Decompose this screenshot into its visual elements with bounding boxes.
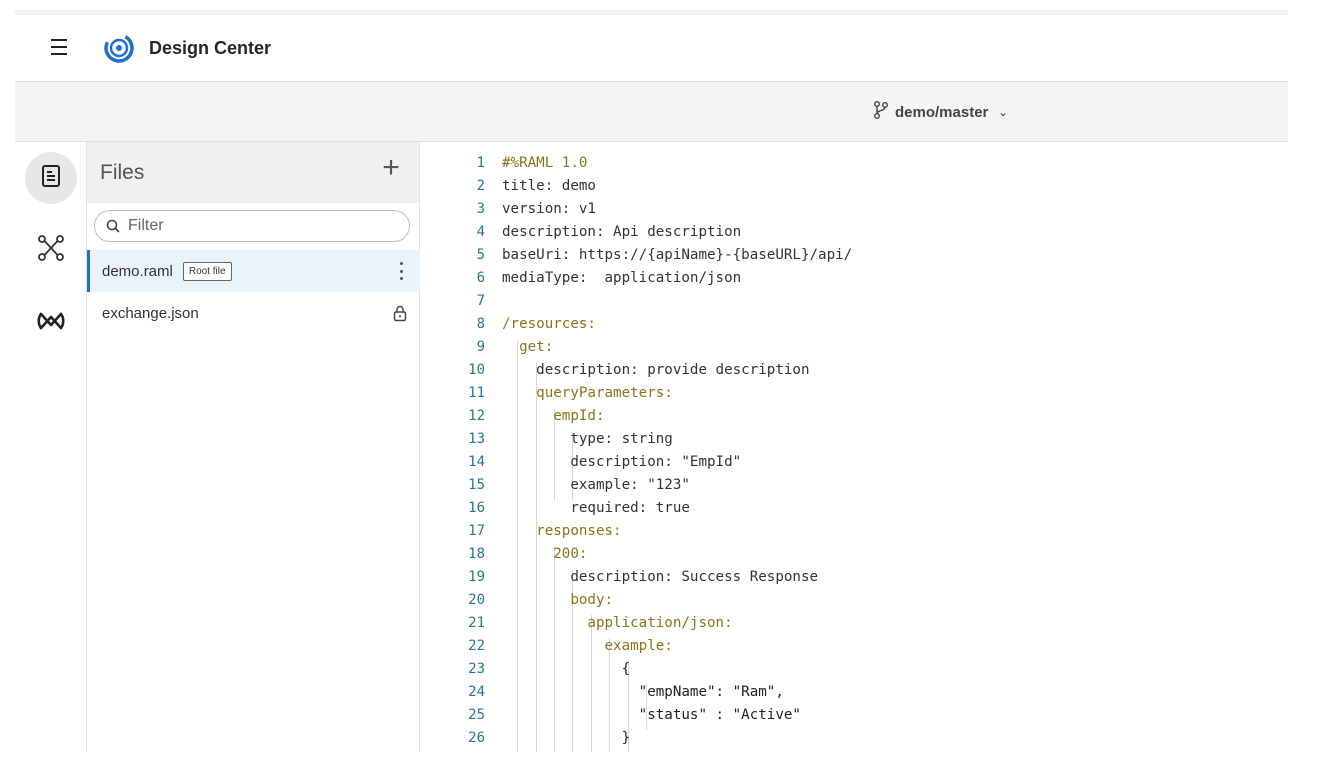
chevron-down-icon: ⌄ bbox=[998, 106, 1008, 119]
code-line: 14 description: "EmpId" bbox=[468, 454, 742, 470]
left-icon-rail bbox=[15, 142, 87, 752]
exchange-icon bbox=[37, 310, 65, 337]
code-line: 5 baseUri: https://{apiName}-{baseURL}/ap… bbox=[476, 247, 853, 263]
top-bar: Design Center bbox=[15, 15, 1288, 82]
hamburger-icon[interactable] bbox=[45, 35, 73, 59]
branch-label: demo/master bbox=[895, 103, 989, 121]
files-title: Files bbox=[100, 161, 145, 184]
more-options-icon[interactable] bbox=[396, 262, 406, 280]
design-center-logo bbox=[103, 32, 135, 64]
code-line: 20 body: bbox=[468, 592, 614, 608]
app-title: Design Center bbox=[149, 38, 272, 58]
code-line: 22 example: bbox=[468, 638, 673, 654]
exchange-nav-button[interactable] bbox=[25, 297, 77, 349]
file-item-exchange-json[interactable]: exchange.json bbox=[87, 292, 420, 334]
code-line: 9 get: bbox=[476, 339, 554, 355]
code-line: 17 responses: bbox=[468, 523, 622, 539]
lock-icon bbox=[392, 304, 408, 327]
api-graph-nav-button[interactable] bbox=[25, 224, 77, 276]
code-line: 4 description: Api description bbox=[476, 224, 742, 240]
code-line: 8/resources: bbox=[476, 316, 596, 332]
code-line: 19 description: Success Response bbox=[468, 569, 819, 585]
file-item-demo-raml[interactable]: demo.raml Root file bbox=[87, 250, 420, 292]
code-line: 23 { bbox=[468, 661, 631, 677]
code-line: 24 "empName": "Ram", bbox=[468, 684, 784, 700]
files-panel: Files + demo.raml Root file exchange.jso… bbox=[87, 142, 420, 752]
branch-bar: demo/master ⌄ bbox=[15, 82, 1288, 142]
branch-selector[interactable]: demo/master ⌄ bbox=[873, 100, 1008, 124]
search-icon bbox=[106, 219, 120, 233]
code-line: 6 mediaType: application/json bbox=[476, 270, 742, 286]
code-line: 10 description: provide description bbox=[468, 362, 810, 378]
code-line: 18 200: bbox=[468, 546, 588, 562]
root-file-badge: Root file bbox=[182, 261, 232, 281]
code-line: 13 type: string bbox=[468, 431, 673, 447]
code-line: 27 bbox=[420, 750, 1280, 752]
branch-icon bbox=[873, 100, 889, 124]
code-line: 26 } bbox=[468, 730, 631, 746]
files-header: Files + bbox=[87, 142, 419, 203]
filter-box bbox=[94, 210, 410, 242]
code-line: 16 required: true bbox=[468, 500, 690, 516]
filter-input[interactable] bbox=[126, 216, 400, 236]
files-nav-button[interactable] bbox=[25, 152, 77, 204]
design-center-window: Design Center demo/master ⌄ Files + Filt… bbox=[15, 10, 1288, 752]
code-line: 21 application/json: bbox=[468, 615, 733, 631]
code-line: 1 #%RAML 1.0 bbox=[476, 155, 588, 171]
code-line: 12 empId: bbox=[468, 408, 605, 424]
api-graph-icon bbox=[36, 233, 66, 268]
add-file-button[interactable]: + bbox=[377, 151, 405, 184]
file-document-icon bbox=[40, 164, 62, 193]
plus-icon: + bbox=[382, 151, 400, 184]
code-line: 2 title: demo bbox=[476, 178, 596, 194]
file-name: exchange.json bbox=[102, 304, 199, 322]
file-name: demo.raml bbox=[102, 262, 173, 280]
code-line: 15 example: "123" bbox=[468, 477, 690, 493]
code-editor[interactable]: 1 #%RAML 1.0 2 title: demo 3 version: v1 4d… bbox=[420, 142, 1288, 752]
code-line: 11 queryParameters: bbox=[468, 385, 673, 401]
code-line: 3 version: v1 bbox=[476, 201, 596, 217]
code-line: 7 bbox=[476, 293, 485, 309]
code-line: 25 "status" : "Active" bbox=[468, 707, 801, 723]
